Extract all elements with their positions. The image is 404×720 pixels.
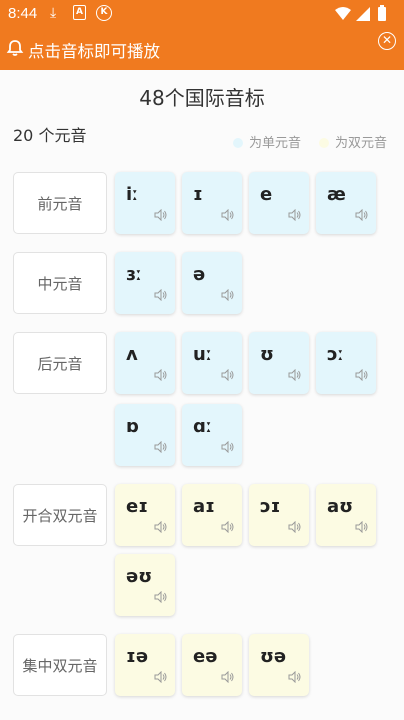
speaker-icon xyxy=(288,671,301,683)
speaker-icon xyxy=(355,369,368,381)
category-back-vowels[interactable]: 后元音 xyxy=(13,332,107,394)
notice-banner[interactable]: 点击音标即可播放 ✕ xyxy=(0,28,404,70)
speaker-icon xyxy=(221,441,234,453)
speaker-icon xyxy=(154,441,167,453)
speaker-icon xyxy=(154,591,167,603)
phoneme-card[interactable]: æ xyxy=(316,172,376,234)
signal-icon xyxy=(356,7,370,21)
status-right-icons xyxy=(334,5,396,27)
speaker-icon xyxy=(154,369,167,381)
phoneme-symbol: ʊ xyxy=(260,344,274,365)
vowel-count: 20 个元音 xyxy=(13,126,87,145)
speaker-icon xyxy=(288,521,301,533)
phoneme-card[interactable]: ɑː xyxy=(182,404,242,466)
phoneme-symbol: ə xyxy=(193,264,206,285)
phoneme-symbol: ɔː xyxy=(327,344,344,365)
legend-mono: 为单元音 xyxy=(233,132,301,151)
phoneme-symbol: eɪ xyxy=(126,496,149,517)
page-title: 48个国际音标 xyxy=(139,86,265,110)
wifi-icon xyxy=(335,7,351,20)
phoneme-symbol: eə xyxy=(193,646,218,667)
phoneme-symbol: ɪə xyxy=(126,646,149,667)
phoneme-card[interactable]: ʊə xyxy=(249,634,309,696)
k-badge-icon: K xyxy=(96,5,112,21)
phoneme-symbol: ɒ xyxy=(126,416,139,437)
phoneme-symbol: æ xyxy=(327,184,346,205)
phoneme-card[interactable]: ɔɪ xyxy=(249,484,309,546)
phoneme-card[interactable]: iː xyxy=(115,172,175,234)
phoneme-symbol: ɪ xyxy=(193,184,203,205)
bell-icon xyxy=(6,39,24,61)
phoneme-card[interactable]: ʌ xyxy=(115,332,175,394)
phoneme-card[interactable]: ɪ xyxy=(182,172,242,234)
battery-icon xyxy=(378,5,386,21)
speaker-icon xyxy=(355,521,368,533)
speaker-icon xyxy=(221,369,234,381)
phoneme-symbol: ɜː xyxy=(126,264,142,285)
speaker-icon xyxy=(154,671,167,683)
phoneme-symbol: uː xyxy=(193,344,212,365)
speaker-icon xyxy=(154,209,167,221)
legend-diph-dot xyxy=(319,138,329,148)
phoneme-card[interactable]: aʊ xyxy=(316,484,376,546)
phoneme-symbol: aɪ xyxy=(193,496,215,517)
speaker-icon xyxy=(154,289,167,301)
close-icon[interactable]: ✕ xyxy=(378,32,396,50)
phoneme-card[interactable]: aɪ xyxy=(182,484,242,546)
status-time: 8:44 xyxy=(8,5,38,22)
banner-text: 点击音标即可播放 xyxy=(28,42,160,61)
download-icon: ⤓ xyxy=(50,5,57,21)
status-bar: 8:44 ⤓ A K xyxy=(0,0,404,28)
category-centering-diphthongs[interactable]: 集中双元音 xyxy=(13,634,107,696)
speaker-icon xyxy=(221,209,234,221)
phoneme-symbol: əʊ xyxy=(126,566,153,587)
speaker-icon xyxy=(288,209,301,221)
legend-mono-dot xyxy=(233,138,243,148)
phoneme-card[interactable]: ɔː xyxy=(316,332,376,394)
phoneme-symbol: ɑː xyxy=(193,416,212,437)
phoneme-card[interactable]: eɪ xyxy=(115,484,175,546)
phoneme-card[interactable]: ə xyxy=(182,252,242,314)
speaker-icon xyxy=(221,521,234,533)
speaker-icon xyxy=(154,521,167,533)
speaker-icon xyxy=(221,671,234,683)
phoneme-card[interactable]: ɪə xyxy=(115,634,175,696)
a-badge-icon: A xyxy=(73,5,86,20)
legend-diph: 为双元音 xyxy=(319,132,387,151)
phoneme-symbol: iː xyxy=(126,184,139,205)
phoneme-symbol: ɔɪ xyxy=(260,496,281,517)
category-front-vowels[interactable]: 前元音 xyxy=(13,172,107,234)
phoneme-card[interactable]: e xyxy=(249,172,309,234)
speaker-icon xyxy=(288,369,301,381)
phoneme-card[interactable]: əʊ xyxy=(115,554,175,616)
phoneme-symbol: ʊə xyxy=(260,646,287,667)
category-closing-diphthongs[interactable]: 开合双元音 xyxy=(13,484,107,546)
speaker-icon xyxy=(355,209,368,221)
speaker-icon xyxy=(221,289,234,301)
phoneme-symbol: ʌ xyxy=(126,344,138,365)
phoneme-card[interactable]: uː xyxy=(182,332,242,394)
phoneme-symbol: aʊ xyxy=(327,496,354,517)
phoneme-card[interactable]: eə xyxy=(182,634,242,696)
phoneme-card[interactable]: ɒ xyxy=(115,404,175,466)
phoneme-card[interactable]: ɜː xyxy=(115,252,175,314)
phoneme-symbol: e xyxy=(260,184,273,205)
phoneme-card[interactable]: ʊ xyxy=(249,332,309,394)
category-central-vowels[interactable]: 中元音 xyxy=(13,252,107,314)
